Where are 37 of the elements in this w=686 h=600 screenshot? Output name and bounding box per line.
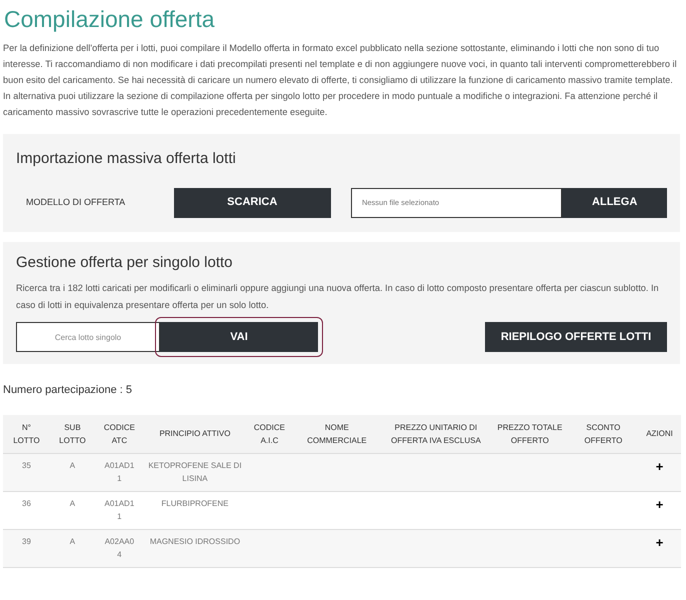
table-cell-text: A01AD11 <box>104 460 134 484</box>
table-cell-text: A01AD11 <box>104 498 134 522</box>
column-header: SUB LOTTO <box>50 414 95 453</box>
column-header: SCONTO OFFERTO <box>568 414 638 453</box>
table-cell: A <box>50 453 95 491</box>
column-header: NOME COMMERCIALE <box>292 414 381 453</box>
table-cell: KETOPROFENE SALE DI LISINA <box>144 453 246 491</box>
table-cell: 35 <box>3 453 50 491</box>
column-header: PREZZO UNITARIO DI OFFERTA IVA ESCLUSA <box>380 414 492 453</box>
table-cell-text: A02AA04 <box>104 536 134 560</box>
summary-button[interactable]: RIEPILOGO OFFERTE LOTTI <box>485 322 667 352</box>
table-cell: A <box>50 491 95 529</box>
table-cell: 36 <box>3 491 50 529</box>
column-header: N° LOTTO <box>3 414 50 453</box>
page-title: Compilazione offerta <box>4 5 216 34</box>
attach-button[interactable]: ALLEGA <box>562 188 667 218</box>
intro-paragraph: Per la definizione dell'offerta per i lotti, puoi compilare il Modello offerta in formato excel pubblicato nella sezione sottostante, eliminando i lotti che non sono di tuo interesse. Ti raccomandiamo di non modificare i dati precompilati presenti nel template e di non aggiungere nuove voci, in quanto tali interventi comprometterebbero il buon esito del caricamento. Se hai necessità di caricare un numero elevato di offerte, ti consigliamo di utilizzare la funzione di caricamento massivo tramite template. In alternativa puoi utilizzare la sezione di compilazione offerta per singolo lotto per procedere in modo puntuale a modifiche o integrazioni. Fa attenzione perché il caricamento massivo sovrascrive tutte le operazioni precedentemente eseguite. <box>3 42 678 119</box>
table-cell: 39 <box>3 529 50 567</box>
add-action[interactable]: + <box>656 534 664 550</box>
column-header: PRINCIPIO ATTIVO <box>144 414 246 453</box>
section-heading: Gestione offerta per singolo lotto <box>16 252 234 272</box>
table-cell: FLURBIPROFENE <box>144 491 246 529</box>
column-header: AZIONI <box>638 414 681 453</box>
add-action[interactable]: + <box>656 458 664 474</box>
search-field[interactable]: Cerca lotto singolo <box>16 322 160 352</box>
participation-count: Numero partecipazione : 5 <box>3 383 132 398</box>
column-header: PREZZO TOTALE OFFERTO <box>491 414 569 453</box>
table-cell: A <box>50 529 95 567</box>
section-description: Ricerca tra i 182 lotti caricati per modificarli o eliminarli oppure aggiungi una nuova offerta. In caso di lotto composto presentare offerta per ciascun sublotto. In caso di lotti in equivalenza presentare offerta per un solo lotto. <box>16 282 660 312</box>
go-button[interactable]: VAI <box>160 322 318 352</box>
field-label: MODELLO DI OFFERTA <box>25 196 126 209</box>
download-button[interactable]: SCARICA <box>174 188 331 218</box>
table-cell: MAGNESIO IDROSSIDO <box>144 529 246 567</box>
column-header: CODICE ATC <box>94 414 144 453</box>
column-header: CODICE A.I.C <box>246 414 293 453</box>
section-heading: Importazione massiva offerta lotti <box>16 149 237 169</box>
add-action[interactable]: + <box>656 496 664 512</box>
